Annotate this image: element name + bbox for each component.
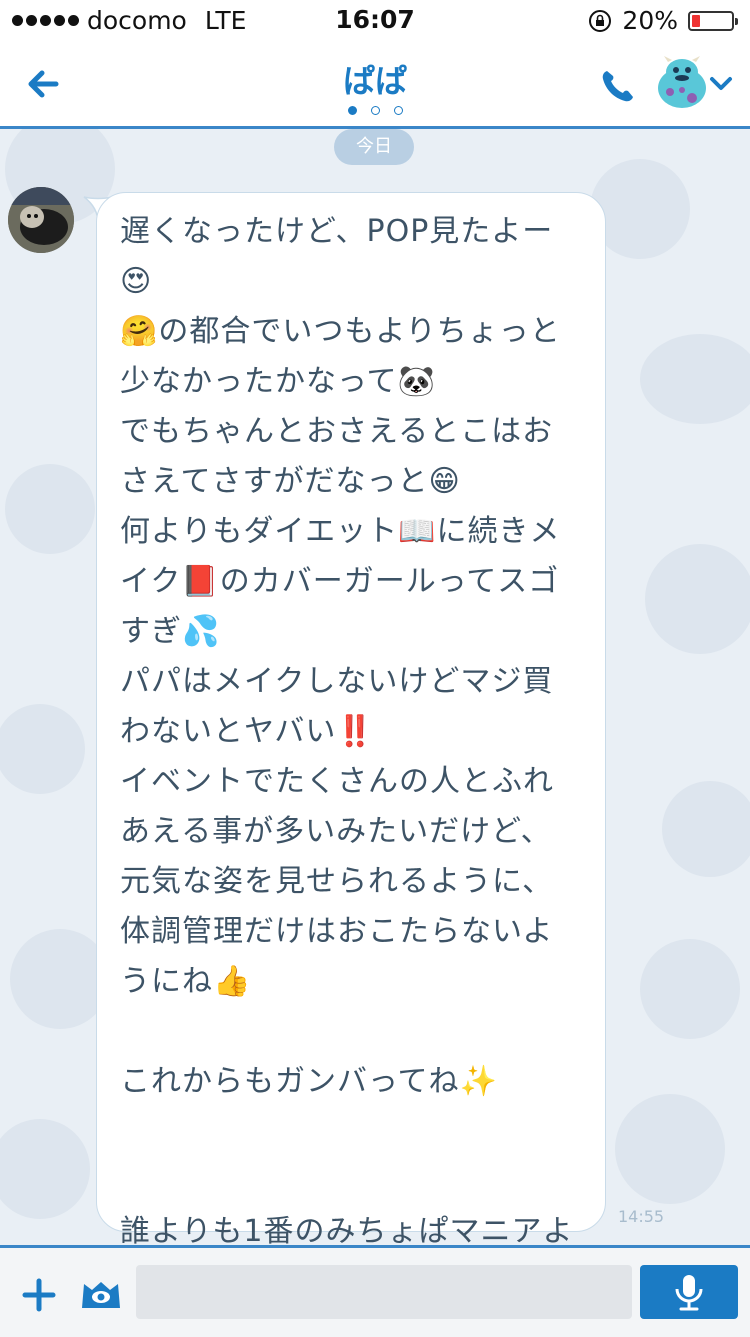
emoji-icon: 😁: [428, 464, 461, 499]
message-time: 14:55: [618, 1207, 665, 1226]
chat-header: ぱぱ: [0, 40, 750, 129]
emoji-icon: 🐼: [397, 364, 436, 399]
eye-sticker-icon[interactable]: [78, 1278, 124, 1312]
emoji-icon: 📕: [181, 564, 220, 599]
date-separator: 今日: [334, 129, 414, 165]
emoji-icon: 🤗: [120, 314, 159, 349]
voice-button[interactable]: [640, 1265, 738, 1319]
chat-area[interactable]: 今日 遅くなったけど、POP見たよー 😍 🤗の都合でいつもよりちょっと少なかった…: [0, 129, 750, 1245]
page-dot: [347, 106, 357, 115]
message-text-segment: 誰よりも1番のみちょぱマニアより: [120, 1214, 574, 1245]
input-bar: [0, 1245, 750, 1337]
message-text-segment: でもちゃんとおさえるとこはおさえてさすがだなっと: [120, 414, 554, 499]
message-text-segment: 遅くなったけど、POP見たよー: [120, 214, 554, 249]
emoji-icon: 👍: [213, 964, 252, 999]
emoji-icon: 📖: [398, 514, 437, 549]
message-text-segment: の都合でいつもよりちょっと少なかったかなって: [120, 314, 561, 399]
page-indicator: [0, 106, 750, 115]
page-dot: [393, 106, 403, 115]
emoji-icon: ‼️: [336, 714, 375, 749]
emoji-icon: 💦: [182, 614, 221, 649]
status-bar: docomo LTE 16:07 20%: [0, 0, 750, 40]
battery-icon: [688, 10, 738, 31]
message-text-segment: イベントでたくさんの人とふれあえる事が多いみたいだけど、元気な姿を見せられるよう…: [120, 764, 554, 999]
message-text: 遅くなったけど、POP見たよー 😍 🤗の都合でいつもよりちょっと少なかったかなっ…: [120, 207, 580, 1245]
message-text-segment: 何よりもダイエット: [120, 514, 399, 549]
phone-icon[interactable]: [598, 66, 638, 106]
emoji-icon: 😍: [120, 264, 153, 299]
message-input[interactable]: [136, 1265, 632, 1319]
emoji-icon: ✨: [459, 1064, 498, 1099]
page-dot: [370, 106, 380, 115]
battery-percent: 20%: [622, 6, 678, 35]
sender-avatar[interactable]: [8, 187, 74, 253]
microphone-icon: [675, 1275, 703, 1311]
plus-icon[interactable]: [22, 1278, 56, 1312]
chevron-down-icon[interactable]: [708, 74, 734, 94]
rotation-lock-icon: [589, 9, 612, 32]
character-avatar-icon[interactable]: [654, 54, 710, 112]
status-right: 20%: [588, 6, 738, 35]
message-text-segment: これからもガンバってね: [120, 1064, 460, 1099]
